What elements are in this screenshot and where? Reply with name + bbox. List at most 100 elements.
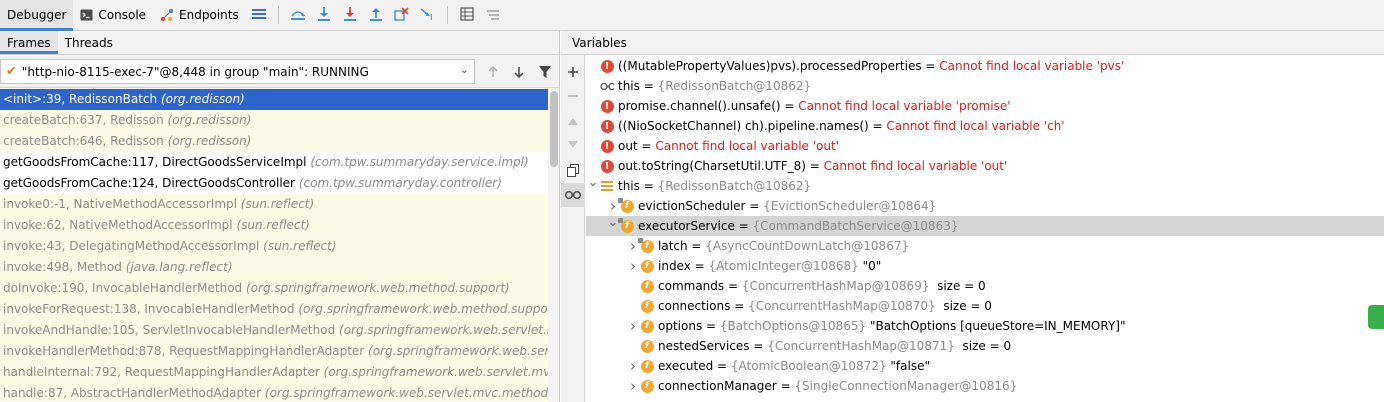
step-over-button[interactable] — [285, 2, 311, 28]
frame-row[interactable]: invoke:43, DelegatingMethodAccessorImpl … — [0, 236, 548, 257]
variable-row[interactable]: f connections = {ConcurrentHashMap@10870}… — [586, 296, 1384, 316]
variable-row[interactable]: › f evictionScheduler = {EvictionScheduler… — [586, 196, 1384, 216]
toolbar-separator — [277, 6, 279, 24]
variable-row[interactable]: ⌄ f executorService = {CommandBatchService… — [586, 213, 1384, 236]
variable-name: out — [618, 139, 638, 153]
frame-row[interactable]: invoke0:-1, NativeMethodAccessorImpl (su… — [0, 194, 548, 215]
expand-arrow-right-icon[interactable]: › — [626, 376, 640, 396]
minus-icon — [568, 95, 578, 97]
previous-frame-button[interactable] — [480, 59, 506, 84]
variable-name: out.toString(CharsetUtil.UTF_8) — [618, 159, 806, 173]
frame-method: invokeForRequest:138, InvocableHandlerMe… — [3, 302, 295, 316]
frame-row[interactable]: invokeAndHandle:105, ServletInvocableHan… — [0, 320, 548, 341]
frame-method: getGoodsFromCache:117, DirectGoodsServic… — [3, 155, 307, 169]
field-icon: f — [640, 259, 654, 273]
frame-row[interactable]: getGoodsFromCache:117, DirectGoodsServic… — [0, 152, 548, 173]
toolbar-separator — [446, 6, 448, 24]
expand-arrow-right-icon[interactable]: › — [626, 256, 640, 276]
tab-frames[interactable]: Frames — [0, 31, 58, 54]
variable-row[interactable]: ! ((MutablePropertyValues)pvs).processedP… — [586, 56, 1384, 76]
variable-value: Cannot find local variable 'pvs' — [939, 59, 1125, 73]
frames-scrollbar[interactable] — [548, 89, 559, 402]
variable-name: ((NioSocketChannel) ch).pipeline.names() — [618, 119, 869, 133]
frame-row[interactable]: doInvoke:190, InvocableHandlerMethod (or… — [0, 278, 548, 299]
tab-debugger[interactable]: Debugger — [0, 0, 74, 31]
tab-console-label: Console — [98, 8, 147, 22]
thread-selector[interactable]: ✔ "http-nio-8115-exec-7"@8,448 in group … — [0, 59, 475, 84]
variable-name: executorService — [638, 219, 735, 233]
frame-row[interactable]: invoke:62, NativeMethodAccessorImpl (sun… — [0, 215, 548, 236]
variable-row[interactable]: ! promise.channel().unsafe() = Cannot fin… — [586, 96, 1384, 116]
variable-row[interactable]: this = {RedissonBatch@10862} — [586, 76, 1384, 96]
variable-value: {AtomicInteger@10868} — [708, 259, 859, 273]
expand-arrow-down-icon[interactable]: ⌄ — [606, 213, 620, 233]
force-step-into-button[interactable] — [337, 2, 363, 28]
next-frame-button[interactable] — [506, 59, 532, 84]
frame-method: createBatch:646, Redisson — [3, 134, 164, 148]
evaluate-expression-button[interactable] — [454, 2, 480, 28]
error-icon: ! — [600, 119, 614, 133]
frame-row[interactable]: invokeForRequest:138, InvocableHandlerMe… — [0, 299, 548, 320]
frame-row[interactable]: createBatch:637, Redisson (org.redisson) — [0, 110, 548, 131]
variable-row[interactable]: › f index = {AtomicInteger@10868} "0" — [586, 256, 1384, 276]
frame-method: doInvoke:190, InvocableHandlerMethod — [3, 281, 243, 295]
frames-scrollbar-thumb[interactable] — [550, 91, 558, 167]
threads-menu-button[interactable] — [246, 2, 272, 28]
field-icon: f — [640, 319, 654, 333]
arrow-up-icon — [488, 65, 498, 77]
variable-extra: size = 0 — [954, 339, 1012, 353]
remove-watch-button[interactable] — [561, 84, 585, 108]
frame-row[interactable]: <init>:39, RedissonBatch (org.redisson) — [0, 89, 548, 110]
error-icon: ! — [600, 139, 614, 153]
tab-endpoints[interactable]: Endpoints — [153, 0, 246, 31]
show-watches-toggle[interactable] — [561, 183, 585, 207]
expand-arrow-down-icon[interactable]: ⌄ — [586, 173, 600, 193]
variable-row[interactable]: › f options = {BatchOptions@10865} "BatchO… — [586, 316, 1384, 336]
variable-value: {ConcurrentHashMap@10870} — [748, 299, 936, 313]
variable-row[interactable]: ! out = Cannot find local variable 'out' — [586, 136, 1384, 156]
frame-row[interactable]: invokeHandlerMethod:878, RequestMappingH… — [0, 341, 548, 362]
variable-row[interactable]: › f connectionManager = {SingleConnectionM… — [586, 376, 1384, 396]
variable-equals: = — [780, 99, 799, 113]
frame-row[interactable]: createBatch:646, Redisson (org.redisson) — [0, 131, 548, 152]
move-watch-down-button[interactable] — [561, 133, 585, 157]
run-to-cursor-button[interactable]: I — [415, 2, 441, 28]
tab-debugger-label: Debugger — [7, 8, 67, 22]
expand-arrow-right-icon[interactable]: › — [626, 316, 640, 336]
frame-row[interactable]: handleInternal:792, RequestMappingHandle… — [0, 362, 548, 383]
frame-row[interactable]: invoke:498, Method (java.lang.reflect) — [0, 257, 548, 278]
step-into-button[interactable] — [311, 2, 337, 28]
frame-package: (org.redisson) — [167, 134, 252, 148]
frame-package: (org.springframework.web.servlet. — [368, 344, 548, 358]
step-out-button[interactable] — [363, 2, 389, 28]
variable-name: this — [618, 79, 640, 93]
tab-console[interactable]: Console — [73, 0, 153, 31]
new-watch-button[interactable] — [561, 60, 585, 84]
frame-method: handle:87, AbstractHandlerMethodAdapter — [3, 386, 262, 400]
drop-frame-button[interactable] — [389, 2, 415, 28]
copy-watch-button[interactable] — [561, 158, 585, 182]
variable-row[interactable]: ⌄ this = {RedissonBatch@10862} — [586, 173, 1384, 196]
frame-method: invoke0:-1, NativeMethodAccessorImpl — [3, 197, 237, 211]
variables-tree: ! ((MutablePropertyValues)pvs).processedP… — [586, 56, 1384, 396]
variable-row[interactable]: ! ((NioSocketChannel) ch).pipeline.names(… — [586, 116, 1384, 136]
variable-equals: = — [702, 319, 720, 333]
filter-frames-button[interactable] — [532, 59, 558, 84]
variable-row[interactable]: f nestedServices = {ConcurrentHashMap@108… — [586, 336, 1384, 356]
trace-button[interactable] — [480, 2, 506, 28]
expand-arrow-right-icon[interactable]: › — [626, 356, 640, 376]
variable-row[interactable]: f commands = {ConcurrentHashMap@10869} si… — [586, 276, 1384, 296]
move-watch-up-button[interactable] — [561, 109, 585, 133]
variable-name: evictionScheduler — [638, 199, 746, 213]
frame-package: (sun.reflect) — [236, 218, 310, 232]
variable-row[interactable]: › f latch = {AsyncCountDownLatch@10867} — [586, 236, 1384, 256]
tab-threads[interactable]: Threads — [58, 31, 120, 54]
variable-row[interactable]: ! out.toString(CharsetUtil.UTF_8) = Canno… — [586, 156, 1384, 176]
frame-row[interactable]: handle:87, AbstractHandlerMethodAdapter … — [0, 383, 548, 402]
triangle-down-icon — [568, 141, 578, 148]
variable-equals: = — [724, 279, 742, 293]
variable-row[interactable]: › f executed = {AtomicBoolean@10872} "fals… — [586, 356, 1384, 376]
variable-equals: = — [805, 159, 824, 173]
frame-row[interactable]: getGoodsFromCache:124, DirectGoodsContro… — [0, 173, 548, 194]
error-icon: ! — [600, 59, 614, 73]
